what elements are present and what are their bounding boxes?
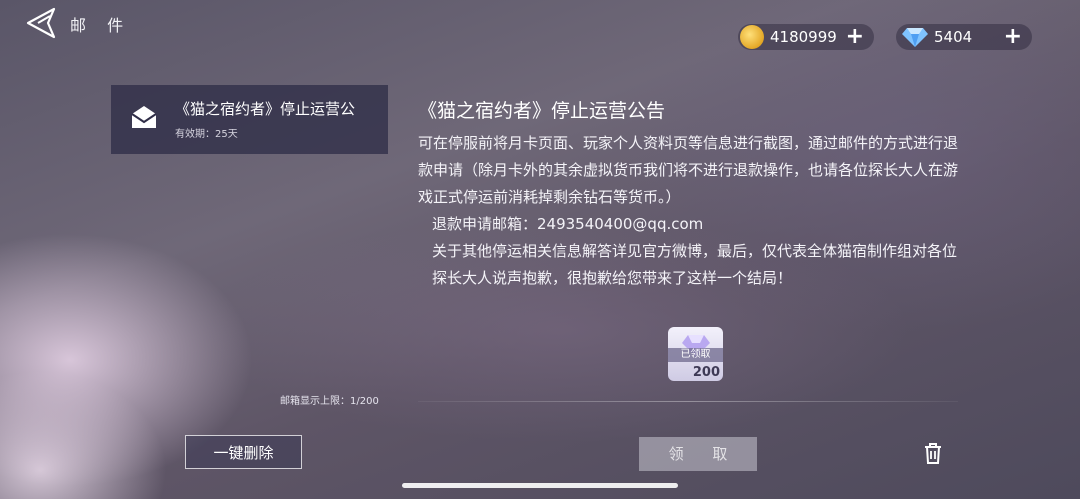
- diamond-balance: 5404 +: [896, 24, 1032, 50]
- mail-list-item[interactable]: 《猫之宿约者》停止运营公 有效期：25天: [111, 85, 388, 154]
- back-arrow-icon: [26, 7, 56, 39]
- home-indicator[interactable]: [402, 483, 678, 488]
- divider: [418, 401, 958, 402]
- add-diamonds-button[interactable]: +: [1004, 25, 1022, 49]
- attachment-count: 200: [692, 365, 720, 380]
- delete-all-button[interactable]: 一键删除: [185, 435, 302, 469]
- mail-paragraph: 关于其他停运相关信息解答详见官方微博，最后，仅代表全体猫宿制作组对各位探长大人说…: [432, 242, 958, 287]
- diamond-value: 5404: [934, 28, 973, 46]
- delete-mail-button[interactable]: [921, 441, 945, 465]
- mail-paragraph: 退款申请邮箱：2493540400@qq.com: [432, 215, 704, 233]
- mail-title: 《猫之宿约者》停止运营公告: [418, 100, 666, 122]
- coin-balance: 4180999 +: [738, 24, 874, 50]
- claimed-badge: 已领取: [668, 348, 723, 362]
- mail-item-expiry: 有效期：25天: [175, 129, 238, 140]
- page-title: 邮 件: [70, 16, 132, 35]
- diamond-icon: [902, 28, 928, 47]
- envelope-icon: [131, 106, 157, 128]
- mailbox-limit-label: 邮箱显示上限：1/200: [280, 396, 379, 407]
- trash-icon: [925, 443, 941, 464]
- mail-body: 可在停服前将月卡页面、玩家个人资料页等信息进行截图，通过邮件的方式进行退款申请（…: [418, 130, 958, 292]
- back-button[interactable]: [24, 6, 62, 40]
- mail-paragraph: 可在停服前将月卡页面、玩家个人资料页等信息进行截图，通过邮件的方式进行退款申请（…: [418, 134, 959, 206]
- add-coins-button[interactable]: +: [846, 25, 864, 49]
- coin-icon: [740, 25, 764, 49]
- attachment-item[interactable]: 已领取 200: [668, 327, 723, 381]
- mail-item-subject: 《猫之宿约者》停止运营公: [175, 100, 356, 118]
- coin-value: 4180999: [770, 28, 837, 46]
- claim-button[interactable]: 领 取: [639, 437, 757, 471]
